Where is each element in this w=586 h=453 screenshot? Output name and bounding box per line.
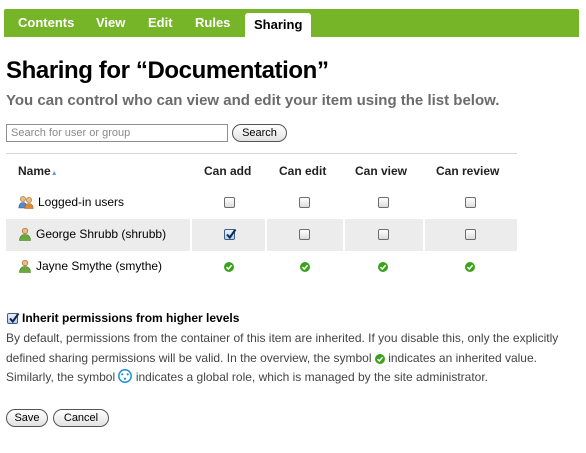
column-header-can-add: Can add — [204, 164, 252, 178]
save-button[interactable]: Save — [6, 409, 48, 427]
checkmark-icon — [226, 228, 237, 240]
column-header-name[interactable]: Name▲ — [18, 164, 58, 178]
tab-edit[interactable]: Edit — [148, 9, 173, 37]
table-row: Logged-in users — [6, 187, 517, 219]
inherited-check-icon — [378, 262, 388, 272]
can-view-checkbox[interactable] — [378, 229, 389, 240]
row-name: Jayne Smythe (smythe) — [36, 259, 163, 273]
page-subtitle: You can control who can view and edit yo… — [6, 92, 500, 109]
column-header-can-edit: Can edit — [279, 164, 327, 178]
tab-contents[interactable]: Contents — [18, 9, 74, 37]
sort-ascending-icon: ▲ — [50, 170, 58, 177]
search-button[interactable]: Search — [232, 124, 287, 142]
row-name: Logged-in users — [38, 195, 125, 209]
can-review-checkbox[interactable] — [465, 229, 476, 240]
table-top-border — [6, 153, 517, 154]
table-row: George Shrubb (shrubb) — [6, 219, 517, 251]
search-input[interactable] — [6, 124, 228, 142]
tab-view[interactable]: View — [96, 9, 125, 37]
cancel-button[interactable]: Cancel — [53, 409, 109, 427]
can-edit-checkbox[interactable] — [299, 229, 310, 240]
column-header-can-review: Can review — [436, 164, 500, 178]
user-icon — [19, 259, 31, 273]
tab-sharing[interactable]: Sharing — [245, 13, 312, 37]
can-add-checkbox[interactable] — [224, 228, 237, 240]
can-edit-checkbox[interactable] — [299, 197, 310, 208]
inherit-permissions-label[interactable]: Inherit permissions from higher levels — [22, 311, 239, 325]
table-row: Jayne Smythe (smythe) — [6, 251, 517, 283]
group-icon — [18, 196, 34, 209]
can-add-checkbox[interactable] — [224, 197, 235, 208]
column-header-can-view: Can view — [355, 164, 408, 178]
inherited-check-icon — [300, 262, 310, 272]
tab-rules[interactable]: Rules — [195, 9, 230, 37]
page-title: Sharing for “Documentation” — [6, 57, 329, 84]
inherited-check-icon — [374, 353, 385, 364]
user-icon — [19, 227, 31, 241]
inherit-permissions-checkbox[interactable] — [7, 312, 20, 324]
inherited-check-icon — [465, 262, 475, 272]
tab-bar: Contents View Edit Rules Sharing — [4, 9, 579, 37]
row-name: George Shrubb (shrubb) — [36, 227, 167, 241]
can-view-checkbox[interactable] — [378, 197, 389, 208]
can-review-checkbox[interactable] — [465, 197, 476, 208]
global-role-icon — [118, 369, 133, 383]
inherited-check-icon — [224, 262, 234, 272]
inherit-description: By default, permissions from the contain… — [6, 331, 559, 384]
checkmark-icon — [9, 312, 20, 324]
